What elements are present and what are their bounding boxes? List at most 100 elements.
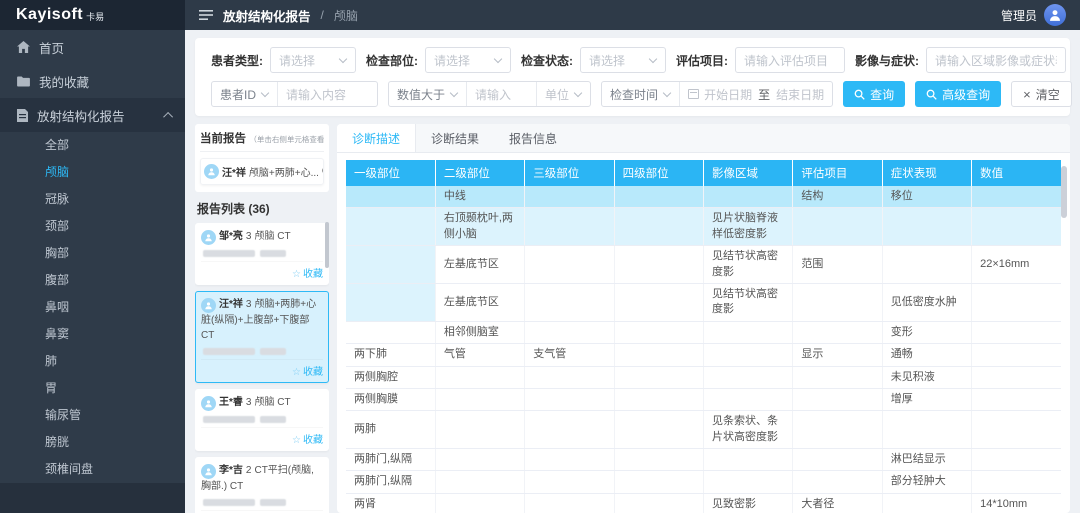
table-cell[interactable] <box>793 208 882 246</box>
table-cell[interactable] <box>614 471 703 493</box>
table-cell[interactable] <box>882 246 971 284</box>
table-cell[interactable] <box>525 246 614 284</box>
table-cell[interactable] <box>346 186 435 208</box>
filter-input[interactable]: 请输入区域影像或症状表现 <box>926 47 1066 73</box>
table-cell[interactable] <box>793 283 882 321</box>
table-cell[interactable] <box>435 471 524 493</box>
table-cell[interactable] <box>704 186 793 208</box>
table-cell[interactable] <box>704 471 793 493</box>
table-cell[interactable] <box>614 186 703 208</box>
table-cell[interactable] <box>614 493 703 513</box>
table-cell[interactable] <box>972 366 1061 388</box>
unit-select[interactable]: 单位 <box>536 82 590 106</box>
table-cell[interactable] <box>972 388 1061 410</box>
table-cell[interactable] <box>435 366 524 388</box>
table-cell[interactable]: 见条索状、条片状高密度影 <box>704 411 793 449</box>
table-cell[interactable]: 范围 <box>793 246 882 284</box>
report-card-0[interactable]: 邹*亮3颅脑 CT☆收藏 <box>195 223 329 285</box>
table-cell[interactable] <box>614 283 703 321</box>
table-cell[interactable]: 部分轻肿大 <box>882 471 971 493</box>
breadcrumb-root[interactable]: 放射结构化报告 <box>223 6 311 25</box>
tab-1[interactable]: 诊断结果 <box>416 124 494 152</box>
table-cell[interactable]: 两侧胸腔 <box>346 366 435 388</box>
table-cell[interactable] <box>525 493 614 513</box>
search-button[interactable]: 查询 <box>843 81 905 107</box>
table-cell[interactable] <box>525 449 614 471</box>
patient-id-input[interactable]: 请输入内容 <box>277 82 377 106</box>
sidebar-subitem-8[interactable]: 肺 <box>0 348 185 375</box>
table-cell[interactable] <box>972 471 1061 493</box>
table-cell[interactable]: 通畅 <box>882 344 971 366</box>
current-patient-row[interactable]: 汪*祥 颅脑+两肺+心... CT 3 展开 ⌄ <box>200 158 324 185</box>
filter-select[interactable]: 请选择 <box>270 47 356 73</box>
table-cell[interactable] <box>972 411 1061 449</box>
table-cell[interactable]: 变形 <box>882 321 971 343</box>
sidebar-item-structured-report[interactable]: 放射结构化报告 <box>0 98 185 132</box>
table-cell[interactable]: 见片状脑脊液样低密度影 <box>704 208 793 246</box>
sidebar-subitem-9[interactable]: 胃 <box>0 375 185 402</box>
table-cell[interactable] <box>614 411 703 449</box>
table-cell[interactable] <box>704 366 793 388</box>
table-scrollbar[interactable] <box>1061 166 1067 218</box>
table-cell[interactable] <box>525 366 614 388</box>
table-cell[interactable] <box>346 283 435 321</box>
table-cell[interactable] <box>525 186 614 208</box>
table-cell[interactable] <box>882 208 971 246</box>
table-cell[interactable] <box>704 449 793 471</box>
table-cell[interactable] <box>882 493 971 513</box>
favorite-link[interactable]: ☆收藏 <box>201 359 323 378</box>
table-cell[interactable]: 见结节状高密度影 <box>704 283 793 321</box>
user-box[interactable]: 管理员 <box>1001 0 1080 30</box>
table-cell[interactable] <box>793 321 882 343</box>
patient-id-select[interactable]: 患者ID <box>212 82 277 106</box>
sidebar-subitem-12[interactable]: 颈椎间盘 <box>0 456 185 483</box>
table-cell[interactable] <box>614 321 703 343</box>
value-input[interactable]: 请输入 <box>466 82 536 106</box>
table-cell[interactable] <box>435 411 524 449</box>
table-cell[interactable] <box>435 388 524 410</box>
table-cell[interactable]: 22×16mm <box>972 246 1061 284</box>
sidebar-item-home[interactable]: 首页 <box>0 30 185 64</box>
sidebar-subitem-10[interactable]: 输尿管 <box>0 402 185 429</box>
table-cell[interactable]: 两肾 <box>346 493 435 513</box>
table-cell[interactable] <box>972 283 1061 321</box>
tab-2[interactable]: 报告信息 <box>494 124 572 152</box>
table-cell[interactable] <box>882 411 971 449</box>
table-cell[interactable] <box>793 388 882 410</box>
favorite-link[interactable]: ☆收藏 <box>201 427 323 446</box>
table-cell[interactable]: 两下肺 <box>346 344 435 366</box>
sidebar-subitem-5[interactable]: 腹部 <box>0 267 185 294</box>
report-card-3[interactable]: 李*吉2CT平扫(颅脑,胸部.) CT☆收藏 <box>195 457 329 513</box>
table-cell[interactable] <box>972 449 1061 471</box>
table-cell[interactable]: 相邻侧脑室 <box>435 321 524 343</box>
table-cell[interactable]: 两肺 <box>346 411 435 449</box>
table-cell[interactable] <box>435 449 524 471</box>
table-cell[interactable] <box>972 208 1061 246</box>
sidebar-subitem-6[interactable]: 鼻咽 <box>0 294 185 321</box>
tab-0[interactable]: 诊断描述 <box>337 124 416 152</box>
table-cell[interactable]: 左基底节区 <box>435 283 524 321</box>
value-compare-select[interactable]: 数值大于 <box>389 82 466 106</box>
table-cell[interactable] <box>346 321 435 343</box>
table-cell[interactable]: 大者径 <box>793 493 882 513</box>
table-cell[interactable] <box>793 449 882 471</box>
sidebar-subitem-2[interactable]: 冠脉 <box>0 186 185 213</box>
table-cell[interactable]: 两侧胸膜 <box>346 388 435 410</box>
user-avatar[interactable] <box>1044 4 1066 26</box>
table-cell[interactable]: 增厚 <box>882 388 971 410</box>
table-cell[interactable] <box>704 344 793 366</box>
table-cell[interactable]: 见致密影 <box>704 493 793 513</box>
table-cell[interactable]: 支气管 <box>525 344 614 366</box>
sidebar-item-favorites[interactable]: 我的收藏 <box>0 64 185 98</box>
table-cell[interactable] <box>346 246 435 284</box>
table-cell[interactable]: 气管 <box>435 344 524 366</box>
table-cell[interactable] <box>972 344 1061 366</box>
table-cell[interactable]: 移位 <box>882 186 971 208</box>
table-cell[interactable] <box>525 471 614 493</box>
table-cell[interactable] <box>525 208 614 246</box>
table-cell[interactable] <box>614 449 703 471</box>
sidebar-subitem-1[interactable]: 颅脑 <box>0 159 185 186</box>
table-cell[interactable] <box>525 321 614 343</box>
table-cell[interactable]: 14*10mm <box>972 493 1061 513</box>
table-cell[interactable]: 显示 <box>793 344 882 366</box>
